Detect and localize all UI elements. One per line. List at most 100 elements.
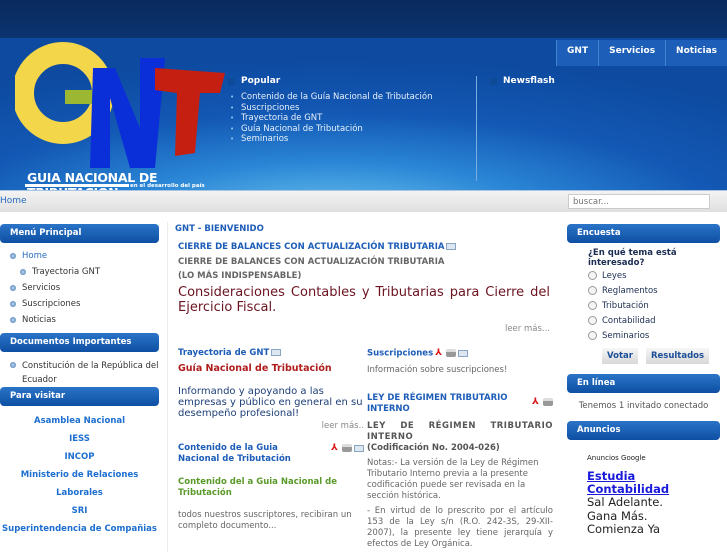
top-band (0, 0, 727, 38)
divider (476, 76, 477, 181)
radio-button[interactable] (588, 286, 597, 295)
section-title: GNT - BIENVENIDO (175, 224, 264, 234)
trayectoria-body: Informando y apoyando a las empresas y p… (178, 386, 363, 419)
link-iess[interactable]: IESS (0, 430, 159, 448)
suscripciones-body: Información sobre suscripciones! (367, 364, 508, 375)
left-sidebar: Menú Principal Home Trayectoria GNT Serv… (0, 224, 159, 538)
option-label: Reglamentos (602, 285, 658, 296)
suscripciones-article: Suscripciones ⅄ Información sobre suscrip… (367, 348, 553, 550)
trayectoria-red: Guía Nacional de Tributación (178, 363, 332, 374)
radio-button[interactable] (588, 301, 597, 310)
nav-noticias[interactable]: Noticias (665, 40, 727, 66)
bullet-icon (228, 77, 235, 85)
email-icon[interactable] (354, 444, 364, 452)
link-sri[interactable]: SRI (0, 502, 159, 520)
link-supercias[interactable]: Superintendencia de Compañias (0, 520, 159, 538)
link-incop[interactable]: INCOP (0, 448, 159, 466)
ley-title[interactable]: LEY DE RÉGIMEN TRIBUTARIO INTERNO (367, 393, 512, 415)
menu-item-noticias[interactable]: Noticias (8, 312, 159, 328)
visit-heading: Para visitar (0, 387, 159, 406)
menu-item-trayectoria[interactable]: Trayectoria GNT (18, 264, 159, 280)
print-icon[interactable] (446, 349, 457, 357)
pdf-icon[interactable]: ⅄ (331, 443, 340, 453)
popular-item[interactable]: Seminarios (228, 134, 433, 145)
lead-title[interactable]: CIERRE DE BALANCES CON ACTUALIZACIÓN TRI… (178, 242, 444, 252)
option-label: Contabilidad (602, 315, 656, 326)
ley-note: Notas:- La versión de la Ley de Régimen … (367, 457, 539, 501)
poll-option-reglamentos[interactable]: Reglamentos (588, 283, 720, 298)
read-more-link[interactable]: leer más.. (178, 421, 364, 431)
link-laborales[interactable]: Laborales (0, 484, 159, 502)
popular-title: Popular (241, 76, 281, 86)
docs-list: Constitución de la República del Ecuador (0, 352, 159, 387)
ley-note-2: - En virtud de lo prescrito por el artíc… (367, 505, 553, 549)
poll: ¿En qué tema está interesado? Leyes Regl… (567, 243, 720, 364)
lead-subtitle-2: (LO MÁS INDISPENSABLE) (178, 271, 302, 281)
header-banner: GUIA NACIONAL DE TRIBUTACION en el desar… (0, 38, 727, 190)
ley-code: (Codificación No. 2004-026) (367, 442, 500, 453)
email-icon[interactable] (446, 243, 457, 250)
radio-button[interactable] (588, 271, 597, 280)
visit-links: Asamblea Nacional IESS INCOP Ministerio … (0, 406, 159, 538)
lead-headline: Consideraciones Contables y Tributarias … (178, 285, 550, 315)
link-asamblea[interactable]: Asamblea Nacional (0, 412, 159, 430)
radio-button[interactable] (588, 316, 597, 325)
right-sidebar: Encuesta ¿En qué tema está interesado? L… (567, 224, 720, 537)
nav-servicios[interactable]: Servicios (598, 40, 666, 66)
breadcrumb-home[interactable]: Home (0, 196, 27, 206)
poll-option-seminarios[interactable]: Seminarios (588, 328, 720, 343)
doc-constitucion[interactable]: Constitución de la República del Ecuador (8, 357, 159, 387)
bullet-icon (490, 77, 497, 85)
poll-option-contabilidad[interactable]: Contabilidad (588, 313, 720, 328)
nav-gnt[interactable]: GNT (556, 40, 599, 66)
ad-link[interactable]: Estudia Contabilidad (587, 470, 677, 496)
popular-item[interactable]: Suscripciones (228, 103, 433, 114)
ad-text: Sal Adelante. Gana Más. Comienza Ya (587, 495, 664, 536)
online-heading: En línea (567, 374, 720, 393)
link-ministerio[interactable]: Ministerio de Relaciones (0, 466, 159, 484)
docs-heading: Documentos Importantes (0, 333, 159, 352)
print-icon[interactable] (543, 397, 553, 406)
email-icon[interactable] (271, 349, 282, 356)
contenido-title[interactable]: Contenido de la Guia Nacional de Tributa… (178, 443, 308, 465)
trayectoria-title[interactable]: Trayectoria de GNT (178, 348, 269, 358)
search-input[interactable] (568, 194, 710, 209)
menu-item-servicios[interactable]: Servicios (8, 280, 159, 296)
radio-button[interactable] (588, 331, 597, 340)
top-nav: GNT Servicios Noticias (556, 40, 727, 66)
print-icon[interactable] (342, 444, 352, 452)
read-more-link[interactable]: leer más... (178, 324, 550, 334)
option-label: Leyes (602, 270, 627, 281)
suscripciones-title[interactable]: Suscripciones (367, 349, 433, 359)
vote-button[interactable]: Votar (602, 348, 638, 364)
option-label: Tributación (602, 300, 649, 311)
trayectoria-article: Trayectoria de GNT Guía Nacional de Trib… (178, 348, 364, 532)
ads-google-label[interactable]: Anuncios Google (587, 454, 720, 462)
option-label: Seminarios (602, 330, 650, 341)
popular-item[interactable]: Guía Nacional de Tributación (228, 124, 433, 135)
results-button[interactable]: Resultados (645, 348, 710, 364)
gnt-logo[interactable]: GUIA NACIONAL DE TRIBUTACION en el desar… (12, 38, 230, 190)
main-content: GNT - BIENVENIDO CIERRE DE BALANCES CON … (167, 222, 559, 552)
contenido-green: Contenido del a Guia Nacional de Tributa… (178, 477, 338, 498)
newsflash-block: Newsflash (490, 76, 555, 92)
menu-heading: Menú Principal (0, 224, 159, 243)
menu-item-home[interactable]: Home (8, 248, 159, 264)
pdf-icon[interactable]: ⅄ (435, 348, 444, 358)
menu-item-suscripciones[interactable]: Suscripciones (8, 296, 159, 312)
ads-heading: Anuncios (567, 421, 720, 440)
popular-block: Popular Contenido de la Guía Nacional de… (228, 76, 433, 145)
logo-subtitle: en el desarrollo del país (130, 183, 205, 189)
pdf-icon[interactable]: ⅄ (532, 397, 541, 407)
lead-subtitle: CIERRE DE BALANCES CON ACTUALIZACIÓN TRI… (178, 257, 445, 267)
contenido-body: todos nuestros suscriptores, recibiran u… (178, 510, 352, 531)
poll-option-tributacion[interactable]: Tributación (588, 298, 720, 313)
ads-block: Anuncios Google Estudia Contabilidad Sal… (567, 440, 720, 537)
main-menu: Home Trayectoria GNT Servicios Suscripci… (0, 243, 159, 333)
ley-subtitle: LEY DE RÉGIMEN TRIBUTARIO INTERNO (367, 420, 553, 442)
popular-item[interactable]: Contenido de la Guía Nacional de Tributa… (228, 92, 433, 103)
poll-option-leyes[interactable]: Leyes (588, 268, 720, 283)
email-icon[interactable] (458, 349, 469, 357)
logo-underline (25, 184, 129, 187)
popular-item[interactable]: Trayectoria de GNT (228, 113, 433, 124)
